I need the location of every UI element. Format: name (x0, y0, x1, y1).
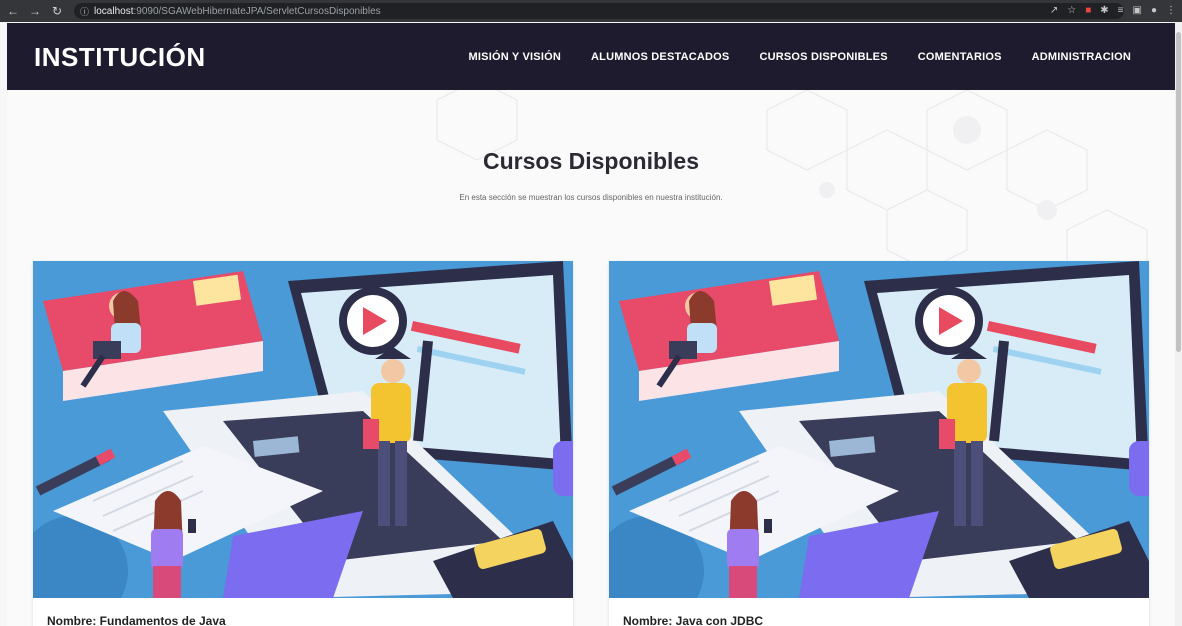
course-name: Nombre: Java con JDBC (623, 614, 764, 626)
url-host: localhost (94, 5, 134, 17)
extension-icon[interactable]: ■ (1085, 3, 1091, 19)
nav-administracion[interactable]: ADMINISTRACION (1032, 51, 1131, 63)
url-path: :9090/SGAWebHibernateJPA/ServletCursosDi… (133, 5, 381, 17)
site-info-icon[interactable]: ⓘ (80, 5, 89, 18)
course-illustration (609, 261, 1149, 598)
reload-icon[interactable]: ↻ (48, 2, 66, 20)
course-card[interactable]: Nombre: Fundamentos de Java (33, 261, 573, 626)
browser-actions: ↗ ☆ ■ ✱ ≡ ▣ ● ⋮ (1050, 3, 1176, 19)
nav-alumnos-destacados[interactable]: ALUMNOS DESTACADOS (591, 51, 729, 63)
section-title: Cursos Disponibles (483, 148, 699, 174)
brand-logo[interactable]: INSTITUCIÓN (34, 42, 206, 73)
forward-icon[interactable]: → (26, 2, 44, 20)
reading-list-icon[interactable]: ≡ (1118, 3, 1124, 19)
back-icon[interactable]: ← (4, 2, 22, 20)
browser-toolbar: ← → ↻ ⓘ localhost :9090/SGAWebHibernateJ… (0, 0, 1182, 22)
courses-section: Cursos Disponibles En esta sección se mu… (7, 90, 1175, 626)
bookmark-star-icon[interactable]: ☆ (1067, 3, 1076, 19)
main-nav: MISIÓN Y VISIÓN ALUMNOS DESTACADOS CURSO… (469, 23, 1175, 90)
share-icon[interactable]: ↗ (1050, 3, 1058, 19)
section-subtitle: En esta sección se muestran los cursos d… (459, 193, 723, 202)
site-header: INSTITUCIÓN MISIÓN Y VISIÓN ALUMNOS DEST… (7, 23, 1175, 90)
scrollbar-thumb[interactable] (1176, 32, 1181, 352)
extensions-puzzle-icon[interactable]: ✱ (1100, 3, 1108, 19)
course-illustration (33, 261, 573, 598)
course-name: Nombre: Fundamentos de Java (47, 614, 226, 626)
nav-mision-vision[interactable]: MISIÓN Y VISIÓN (469, 51, 561, 63)
nav-cursos-disponibles[interactable]: CURSOS DISPONIBLES (759, 51, 887, 63)
page-scrollbar[interactable] (1175, 22, 1182, 626)
nav-comentarios[interactable]: COMENTARIOS (918, 51, 1002, 63)
address-bar[interactable]: ⓘ localhost :9090/SGAWebHibernateJPA/Ser… (74, 3, 1124, 19)
profile-icon[interactable]: ● (1151, 3, 1157, 19)
side-panel-icon[interactable]: ▣ (1133, 3, 1142, 19)
course-card[interactable]: Nombre: Java con JDBC (609, 261, 1149, 626)
menu-kebab-icon[interactable]: ⋮ (1166, 3, 1176, 19)
